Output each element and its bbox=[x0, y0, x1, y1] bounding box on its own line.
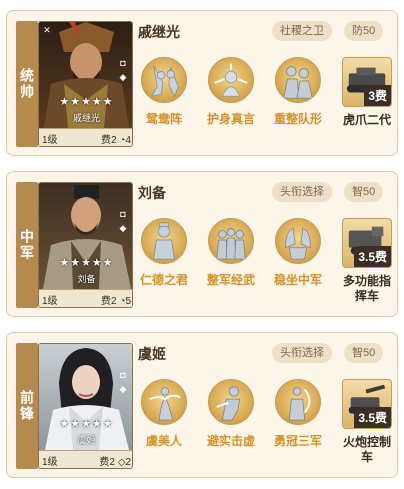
skill-label: 勇冠三军 bbox=[273, 434, 322, 448]
skill-label: 虞美人 bbox=[145, 434, 182, 448]
gear-slot[interactable]: 3.5费 多功能指 挥车 bbox=[338, 218, 396, 304]
general-card[interactable]: 前锋 ◘ ◆ ★★★★★ 虞姬 1级 费2 ◇2 虞姬 头衔选择 智50 虞美人 bbox=[6, 332, 398, 478]
duel-icon bbox=[208, 379, 254, 425]
lock-icon[interactable]: ◘ bbox=[118, 209, 128, 219]
portrait-name: 戚继光 bbox=[72, 113, 100, 123]
portrait-footer: 1级 费2 ◇2 bbox=[39, 450, 132, 468]
skill-label: 仁德之君 bbox=[139, 273, 188, 287]
skill-slot[interactable]: 整军经武 bbox=[206, 218, 256, 288]
general-portrait[interactable]: ◘ ◆ ★★★★★ 刘备 1级 费2 ◔5 bbox=[38, 182, 133, 308]
general-name: 戚继光 bbox=[138, 24, 180, 40]
gear-slot[interactable]: 3费 虎爪二代 bbox=[338, 57, 396, 128]
role-label: 前锋 bbox=[16, 343, 38, 469]
gear-cost: 3.5费 bbox=[354, 407, 391, 428]
general-name: 虞姬 bbox=[138, 346, 166, 362]
hands-icon bbox=[275, 218, 321, 264]
skill-slot[interactable]: 重整队形 bbox=[273, 57, 323, 127]
gear-label: 火炮控制车 bbox=[342, 435, 391, 464]
dancer-icon bbox=[141, 379, 187, 425]
general-name: 刘备 bbox=[138, 185, 166, 201]
mystic-icon bbox=[208, 57, 254, 103]
star-mark-icon: ◆ bbox=[119, 384, 127, 394]
role-label: 中军 bbox=[16, 182, 38, 308]
stat-tag: 智50 bbox=[344, 343, 384, 363]
skill-label: 重整队形 bbox=[273, 112, 322, 126]
skill-label: 整军经武 bbox=[206, 273, 255, 287]
level-text: 1级 bbox=[42, 457, 58, 468]
archer-icon bbox=[275, 379, 321, 425]
skill-slot[interactable]: 仁德之君 bbox=[139, 218, 189, 288]
title-tag[interactable]: 头衔选择 bbox=[272, 182, 332, 202]
artillery-icon: 3.5费 bbox=[342, 379, 392, 429]
lock-icon[interactable]: ◘ bbox=[118, 58, 128, 68]
cost-text: 费2 ◔4 bbox=[101, 135, 131, 146]
cost-text: 费2 ◔5 bbox=[101, 296, 131, 307]
level-text: 1级 bbox=[42, 296, 58, 307]
skill-slot[interactable]: 虞美人 bbox=[139, 379, 189, 449]
star-mark-icon: ◆ bbox=[119, 223, 127, 233]
command-vehicle-icon: 3.5费 bbox=[342, 218, 392, 268]
portrait-name: 刘备 bbox=[77, 274, 96, 284]
general-card[interactable]: 统帅 ✕ ◘ ◆ ★★★★★ 戚继光 1级 费2 ◔4 戚继光 社稷之卫 防50… bbox=[6, 10, 398, 156]
statue-icon bbox=[141, 218, 187, 264]
general-card[interactable]: 中军 ◘ ◆ ★★★★★ 刘备 1级 费2 ◔5 刘备 头衔选择 智50 仁德之… bbox=[6, 171, 398, 317]
title-tag[interactable]: 头衔选择 bbox=[272, 343, 332, 363]
portrait-footer: 1级 费2 ◔4 bbox=[39, 128, 132, 146]
stat-tag: 智50 bbox=[344, 182, 384, 202]
tank-icon: 3费 bbox=[342, 57, 392, 107]
gear-label: 多功能指 挥车 bbox=[342, 274, 391, 303]
cost-text: 费2 ◇2 bbox=[99, 457, 131, 468]
skill-slot[interactable]: 鸳鸯阵 bbox=[139, 57, 189, 127]
title-tag[interactable]: 社稷之卫 bbox=[272, 21, 332, 41]
gear-cost: 3费 bbox=[364, 85, 391, 106]
portrait-name: 虞姬 bbox=[77, 435, 96, 445]
skill-label: 避实击虚 bbox=[206, 434, 255, 448]
star-rating: ★★★★★ bbox=[59, 418, 114, 430]
gear-label: 虎爪二代 bbox=[342, 113, 391, 127]
skill-slot[interactable]: 勇冠三军 bbox=[273, 379, 323, 449]
lock-icon[interactable]: ◘ bbox=[118, 370, 128, 380]
skill-label: 稳坐中军 bbox=[273, 273, 322, 287]
skill-label: 鸳鸯阵 bbox=[145, 112, 182, 126]
role-label: 统帅 bbox=[16, 21, 38, 147]
star-mark-icon: ◆ bbox=[119, 72, 127, 82]
skill-slot[interactable]: 护身真言 bbox=[206, 57, 256, 127]
level-text: 1级 bbox=[42, 135, 58, 146]
stat-tag: 防50 bbox=[344, 21, 384, 41]
skill-label: 护身真言 bbox=[206, 112, 255, 126]
skill-slot[interactable]: 稳坐中军 bbox=[273, 218, 323, 288]
troops-icon bbox=[275, 57, 321, 103]
gear-cost: 3.5费 bbox=[354, 246, 391, 267]
settings-icon[interactable]: ✕ bbox=[42, 25, 52, 35]
soldiers-icon bbox=[208, 218, 254, 264]
portrait-footer: 1级 费2 ◔5 bbox=[39, 289, 132, 307]
gear-slot[interactable]: 3.5费 火炮控制车 bbox=[338, 379, 396, 465]
general-portrait[interactable]: ◘ ◆ ★★★★★ 虞姬 1级 费2 ◇2 bbox=[38, 343, 133, 469]
star-rating: ★★★★★ bbox=[59, 257, 114, 269]
warriors-icon bbox=[141, 57, 187, 103]
skill-slot[interactable]: 避实击虚 bbox=[206, 379, 256, 449]
general-portrait[interactable]: ✕ ◘ ◆ ★★★★★ 戚继光 1级 费2 ◔4 bbox=[38, 21, 133, 147]
star-rating: ★★★★★ bbox=[59, 96, 114, 108]
